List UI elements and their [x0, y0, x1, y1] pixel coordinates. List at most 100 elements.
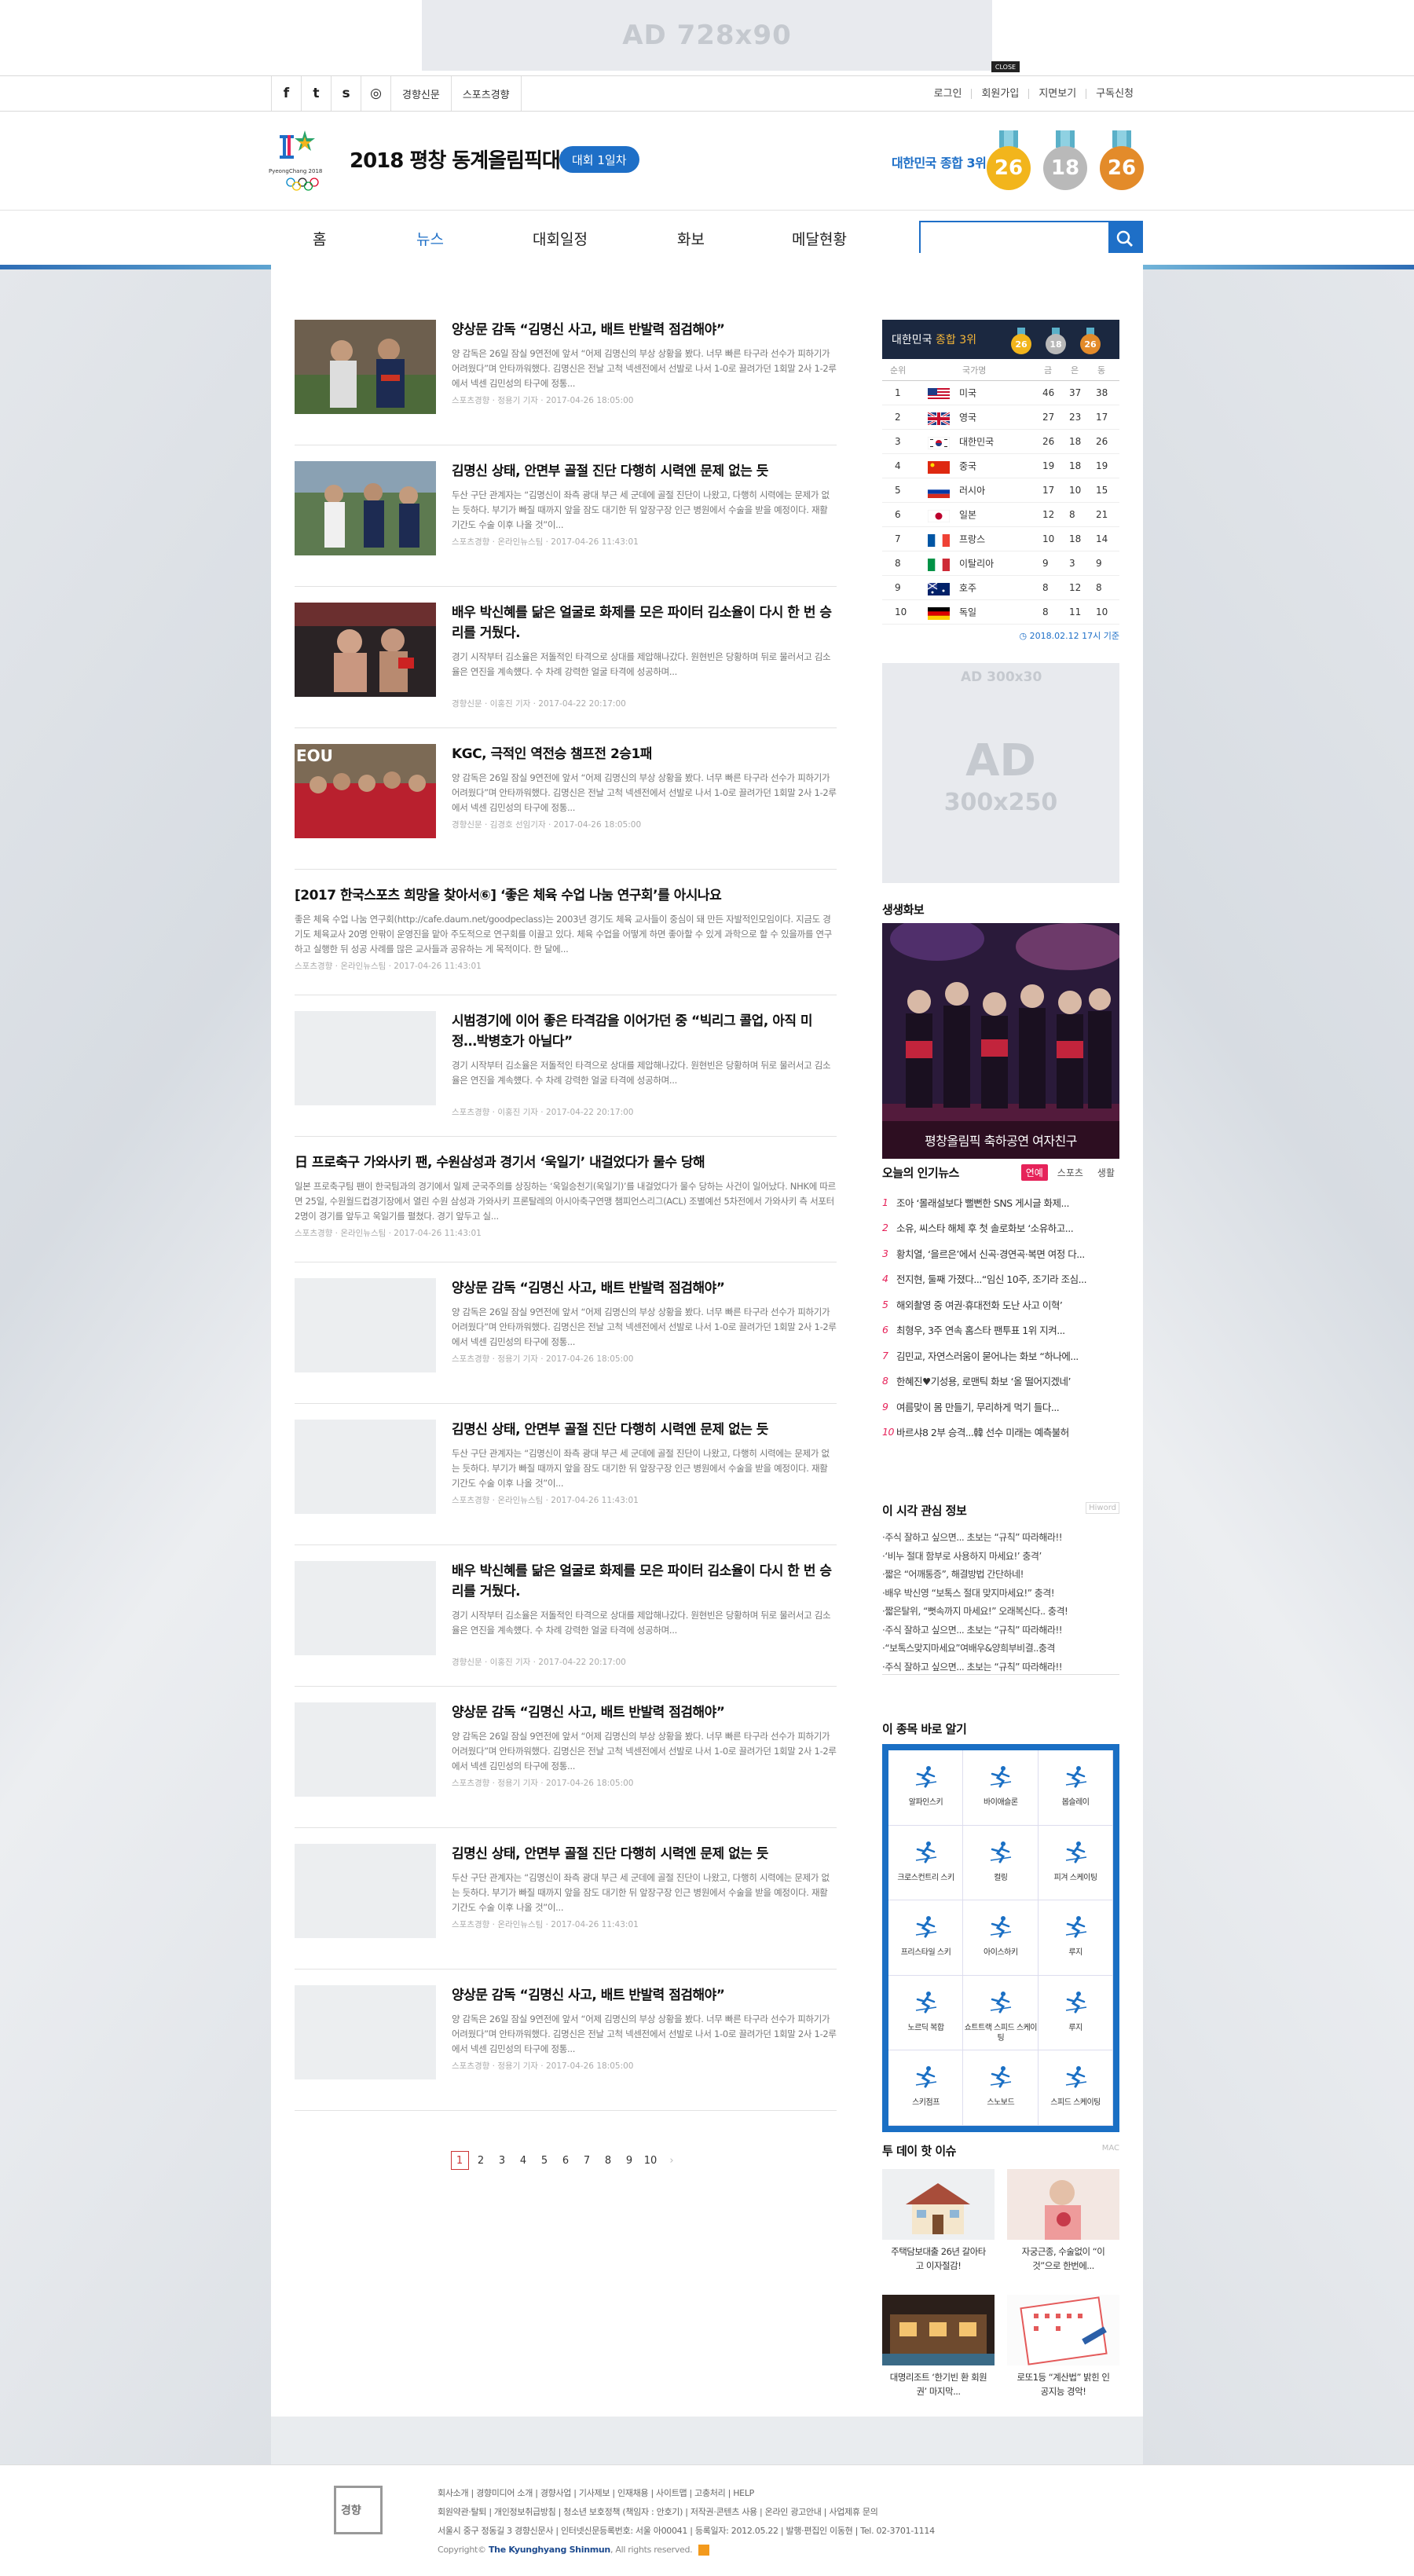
article-item[interactable]: 양상문 감독 “김명신 사고, 배트 반발력 점검해야” 양 감독은 26일 잠실…: [295, 1985, 837, 2111]
ad-close-button[interactable]: CLOSE: [991, 61, 1020, 72]
rss-icon[interactable]: [698, 2545, 710, 2556]
popular-news-text[interactable]: 조아 ‘몰래설보다 뻘뻔한 SNS 게시글 화제...: [896, 1195, 1069, 1210]
hot-issue-image[interactable]: [882, 2295, 995, 2365]
article-thumbnail[interactable]: [295, 1702, 436, 1797]
footer-logo[interactable]: 경향: [334, 2486, 383, 2534]
article-thumbnail[interactable]: [295, 1278, 436, 1372]
article-title[interactable]: KGC, 극적인 역전승 챔프전 2승1패: [452, 744, 837, 764]
tab-entertainment[interactable]: 연예: [1020, 1164, 1048, 1181]
article-thumbnail[interactable]: [295, 1985, 436, 2079]
story-icon[interactable]: s: [331, 76, 361, 111]
next-page-button[interactable]: ›: [663, 2151, 681, 2170]
sport-item[interactable]: 노르딕 복합: [888, 1975, 964, 2051]
article-item[interactable]: EOU KGC, 극적인 역전승 챔프전 2승1패 양 감독은 26일 잠실 9연전…: [295, 744, 837, 870]
article-title[interactable]: 배우 박신혜를 닮은 얼굴로 화제를 모은 파이터 김소율이 다시 한 번 승리…: [452, 603, 837, 643]
medal-table-row[interactable]: 1 미국 46 37 38: [882, 381, 1119, 405]
site-link-kyunghyang[interactable]: 경향신문: [390, 76, 451, 111]
interest-item[interactable]: ·짧은탈위, “뻣속까지 마세요!” 오래복신다.. 충격!: [882, 1603, 1068, 1621]
hot-issue-item[interactable]: 자궁근종, 수술없이 “이것”으로 한번에...: [1007, 2169, 1119, 2295]
article-title[interactable]: 양상문 감독 “김명신 사고, 배트 반발력 점검해야”: [452, 1985, 837, 2006]
article-item[interactable]: 배우 박신혜를 닮은 얼굴로 화제를 모은 파이터 김소율이 다시 한 번 승리…: [295, 603, 837, 728]
hot-issue-text[interactable]: 자궁근종, 수술없이 “이것”으로 한번에...: [1013, 2244, 1113, 2273]
article-thumbnail[interactable]: [295, 603, 436, 697]
medal-table-row[interactable]: 8 이탈리아 9 3 9: [882, 551, 1119, 576]
article-thumbnail[interactable]: [295, 1844, 436, 1938]
medal-table-row[interactable]: 10 독일 8 11 10: [882, 600, 1119, 625]
popular-news-item[interactable]: 1 조아 ‘몰래설보다 뻘뻔한 SNS 게시글 화제...: [882, 1189, 1119, 1215]
subscribe-link[interactable]: 구독신청: [1086, 88, 1143, 99]
popular-news-item[interactable]: 4 전지현, 둘째 가졌다...“임신 10주, 조기라 조심...: [882, 1266, 1119, 1292]
korea-rank-text[interactable]: 대한민국 종합 3위: [892, 152, 987, 171]
interest-item[interactable]: ·주식 잘하고 싶으면... 초보는 “규칙” 따라해라!!: [882, 1529, 1068, 1548]
popular-news-item[interactable]: 9 여름맞이 몸 만들기, 무리하게 먹기 들다...: [882, 1394, 1119, 1420]
article-item[interactable]: 김명신 상태, 안면부 골절 진단 다행히 시력엔 문제 없는 듯 두산 구단 관…: [295, 461, 837, 587]
article-title[interactable]: 시범경기에 이어 좋은 타격감을 이어가던 중 “빅리그 콜업, 아직 미정…박…: [452, 1011, 837, 1052]
popular-news-item[interactable]: 8 한혜진♥기성용, 로맨틱 화보 ‘올 떨어지겠네’: [882, 1369, 1119, 1394]
article-thumbnail[interactable]: [295, 1420, 436, 1514]
page-4[interactable]: 4: [515, 2151, 533, 2170]
popular-news-text[interactable]: 여름맞이 몸 만들기, 무리하게 먹기 들다...: [896, 1399, 1060, 1414]
article-item[interactable]: 日 프로축구 가와사키 팬, 수원삼성과 경기서 ‘욱일기’ 내걸었다가 물수 …: [295, 1152, 837, 1262]
page-9[interactable]: 9: [621, 2151, 639, 2170]
sport-item[interactable]: 프리스타일 스키: [888, 1900, 964, 1976]
article-title[interactable]: 김명신 상태, 안면부 골절 진단 다행히 시력엔 문제 없는 듯: [452, 1420, 837, 1440]
page-5[interactable]: 5: [536, 2151, 554, 2170]
medal-table-row[interactable]: 7 프랑스 10 18 14: [882, 527, 1119, 551]
ad-728x90[interactable]: AD 728x90: [422, 0, 992, 71]
article-title[interactable]: 양상문 감독 “김명신 사고, 배트 반발력 점검해야”: [452, 1278, 837, 1299]
article-thumbnail[interactable]: [295, 1011, 436, 1105]
article-thumbnail[interactable]: EOU: [295, 744, 436, 838]
search-button[interactable]: [1108, 222, 1141, 255]
tab-sports[interactable]: 스포츠: [1053, 1164, 1088, 1181]
popular-news-text[interactable]: 전지현, 둘째 가졌다...“임신 10주, 조기라 조심...: [896, 1271, 1087, 1286]
medal-table-row[interactable]: 3 대한민국 26 18 26: [882, 430, 1119, 454]
hot-issue-item[interactable]: 로또1등 “계산법” 밝힌 인공지능 경악!: [1007, 2295, 1119, 2420]
nav-medals[interactable]: 메달현황: [792, 228, 847, 249]
facebook-icon[interactable]: f: [271, 76, 301, 111]
interest-item[interactable]: ·‘비누 절대 함부로 사용하지 마세요!’ 충격’: [882, 1548, 1068, 1566]
article-item[interactable]: 배우 박신혜를 닮은 얼굴로 화제를 모은 파이터 김소율이 다시 한 번 승리…: [295, 1561, 837, 1687]
article-item[interactable]: 김명신 상태, 안면부 골절 진단 다행히 시력엔 문제 없는 듯 두산 구단 관…: [295, 1844, 837, 1970]
paper-view-link[interactable]: 지면보기: [1028, 88, 1086, 99]
page-7[interactable]: 7: [578, 2151, 596, 2170]
sport-item[interactable]: 아이스하키: [963, 1900, 1039, 1976]
interest-item[interactable]: ·“보톡스맞지마세요”여배우&양희부비결..충격: [882, 1640, 1068, 1658]
article-item[interactable]: 양상문 감독 “김명신 사고, 배트 반발력 점검해야” 양 감독은 26일 잠실…: [295, 320, 837, 445]
photo-caption[interactable]: 평창올림픽 축하공연 여자친구: [882, 1121, 1119, 1159]
footer-links[interactable]: 회사소개 | 경향미디어 소개 | 경향사업 | 기사제보 | 인재채용 | 사…: [438, 2484, 935, 2503]
page-3[interactable]: 3: [493, 2151, 511, 2170]
popular-news-item[interactable]: 7 김민교, 자연스러움이 묻어나는 화보 “하나에...: [882, 1343, 1119, 1369]
sport-item[interactable]: 스피드 스케이팅: [1038, 2050, 1113, 2126]
instagram-icon[interactable]: ◎: [361, 76, 390, 111]
article-title[interactable]: 김명신 상태, 안면부 골절 진단 다행히 시력엔 문제 없는 듯: [452, 1844, 837, 1864]
site-link-sports[interactable]: 스포츠경향: [450, 76, 522, 111]
popular-news-item[interactable]: 6 최형우, 3주 연속 홈스타 팬투표 1위 지켜...: [882, 1317, 1119, 1343]
sport-item[interactable]: 피겨 스케이팅: [1038, 1825, 1113, 1901]
popular-news-text[interactable]: 한혜진♥기성용, 로맨틱 화보 ‘올 떨어지겠네’: [896, 1373, 1071, 1388]
page-2[interactable]: 2: [472, 2151, 490, 2170]
hot-issue-text[interactable]: 로또1등 “계산법” 밝힌 인공지능 경악!: [1013, 2370, 1113, 2398]
nav-gallery[interactable]: 화보: [677, 228, 705, 249]
hot-issue-image[interactable]: [1007, 2169, 1119, 2240]
article-thumbnail[interactable]: [295, 461, 436, 555]
popular-news-text[interactable]: 김민교, 자연스러움이 묻어나는 화보 “하나에...: [896, 1348, 1079, 1363]
page-8[interactable]: 8: [599, 2151, 617, 2170]
medal-table-row[interactable]: 9 호주 8 12 8: [882, 576, 1119, 600]
article-item[interactable]: 시범경기에 이어 좋은 타격감을 이어가던 중 “빅리그 콜업, 아직 미정…박…: [295, 1011, 837, 1137]
login-link[interactable]: 로그인: [925, 89, 972, 99]
medal-table-row[interactable]: 6 일본 12 8 21: [882, 503, 1119, 527]
article-title[interactable]: 배우 박신혜를 닮은 얼굴로 화제를 모은 파이터 김소율이 다시 한 번 승리…: [452, 1561, 837, 1602]
article-item[interactable]: 김명신 상태, 안면부 골절 진단 다행히 시력엔 문제 없는 듯 두산 구단 관…: [295, 1420, 837, 1545]
popular-news-text[interactable]: 바르샤8 2부 승격...韓 선수 미래는 예측불허: [896, 1424, 1069, 1439]
article-item[interactable]: [2017 한국스포츠 희망을 찾아서⑥] ‘좋은 체육 수업 나눔 연구회’를…: [295, 885, 837, 995]
popular-news-text[interactable]: 최형우, 3주 연속 홈스타 팬투표 1위 지켜...: [896, 1322, 1065, 1337]
popular-news-item[interactable]: 10 바르샤8 2부 승격...韓 선수 미래는 예측불허: [882, 1420, 1119, 1446]
sport-item[interactable]: 스노보드: [963, 2050, 1039, 2126]
signup-link[interactable]: 회원가입: [971, 88, 1028, 99]
popular-news-text[interactable]: 소유, 씨스타 해체 후 첫 솔로화보 ‘소유하고...: [896, 1220, 1074, 1235]
article-title[interactable]: 양상문 감독 “김명신 사고, 배트 반발력 점검해야”: [452, 1702, 837, 1723]
popular-news-text[interactable]: 황치열, ‘을르은’에서 신곡·경연곡·복면 여정 다...: [896, 1246, 1085, 1261]
page-6[interactable]: 6: [557, 2151, 575, 2170]
medal-table-row[interactable]: 4 중국 19 18 19: [882, 454, 1119, 478]
article-item[interactable]: 양상문 감독 “김명신 사고, 배트 반발력 점검해야” 양 감독은 26일 잠실…: [295, 1278, 837, 1404]
